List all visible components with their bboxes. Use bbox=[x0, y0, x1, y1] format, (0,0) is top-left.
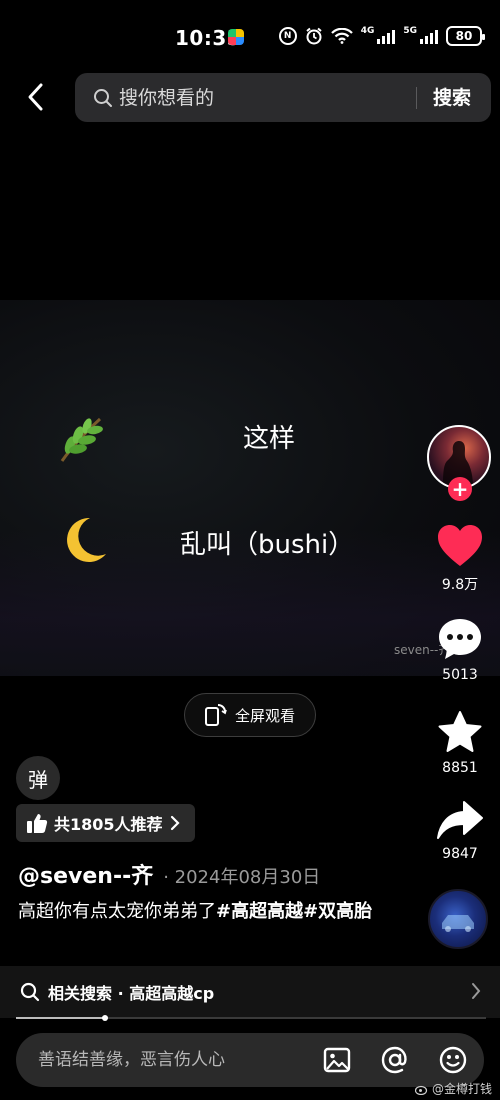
battery-icon: 80 bbox=[446, 26, 485, 46]
hashtag-2[interactable]: #双高胎 bbox=[303, 901, 372, 922]
share-button[interactable]: 9847 bbox=[430, 800, 490, 862]
fullscreen-label: 全屏观看 bbox=[235, 706, 296, 725]
like-count: 9.8万 bbox=[441, 577, 479, 593]
search-divider bbox=[416, 87, 417, 109]
emoji-icon[interactable] bbox=[438, 1045, 468, 1075]
hashtag-1[interactable]: #高超高越 bbox=[216, 901, 303, 922]
video-caption-line-2: 乱叫（bushi） bbox=[180, 530, 355, 560]
comment-input[interactable] bbox=[38, 1045, 308, 1075]
search-input[interactable] bbox=[119, 85, 399, 111]
image-icon[interactable] bbox=[322, 1045, 352, 1075]
danmu-label: 弹 bbox=[28, 767, 48, 792]
comment-icon bbox=[439, 619, 481, 659]
mention-icon[interactable] bbox=[380, 1045, 410, 1075]
weibo-credit: @金樽打钱 bbox=[431, 1082, 492, 1096]
search-bar: 搜索 bbox=[75, 73, 491, 122]
weibo-watermark: @金樽打钱 bbox=[414, 1080, 492, 1097]
chevron-right-icon bbox=[170, 815, 180, 831]
comment-bar bbox=[16, 1033, 484, 1087]
recommend-badge[interactable]: 共1805人推荐 bbox=[16, 804, 195, 842]
post-date: · 2024年08月30日 bbox=[163, 867, 321, 888]
recommend-label: 共1805人推荐 bbox=[54, 815, 163, 834]
fullscreen-button[interactable]: 全屏观看 bbox=[184, 693, 316, 737]
weibo-logo-icon bbox=[414, 1085, 428, 1095]
moon-icon bbox=[67, 517, 106, 562]
post-description: 高超你有点太宠你弟弟了#高超高越#双高胎 bbox=[18, 898, 388, 926]
progress-handle[interactable] bbox=[102, 1015, 109, 1021]
danmu-toggle-button[interactable]: 弹 bbox=[16, 756, 60, 800]
back-icon[interactable] bbox=[22, 82, 52, 112]
status-bar: 10:35 N 4G 5G 80 bbox=[0, 0, 500, 68]
related-search-label: 相关搜索 · 高超高越cp bbox=[48, 984, 215, 1003]
author-row: @seven--齐 · 2024年08月30日 bbox=[18, 858, 320, 890]
share-count: 9847 bbox=[442, 846, 478, 862]
chevron-right-icon bbox=[472, 983, 481, 999]
wifi-icon bbox=[330, 28, 353, 44]
alarm-icon bbox=[306, 27, 322, 45]
network-type-4g: 4G bbox=[360, 26, 375, 36]
search-icon bbox=[94, 89, 112, 107]
rotate-screen-icon bbox=[205, 704, 227, 726]
video-player[interactable]: 这样 乱叫（bushi） seven--齐 bbox=[0, 300, 500, 676]
comment-count: 5013 bbox=[442, 667, 478, 683]
app-notification-icon bbox=[228, 29, 244, 45]
playback-progress-bar[interactable] bbox=[16, 1015, 486, 1021]
comment-button[interactable]: 5013 bbox=[430, 617, 490, 683]
post-date-text: 2024年08月30日 bbox=[174, 867, 321, 888]
car-thumbnail-icon bbox=[442, 915, 474, 932]
like-button[interactable]: 9.8万 bbox=[430, 524, 490, 594]
author-name[interactable]: @seven--齐 bbox=[18, 858, 153, 890]
music-disc-icon[interactable] bbox=[428, 889, 488, 949]
signal-icon-2 bbox=[420, 28, 438, 44]
star-icon bbox=[438, 711, 482, 752]
signal-icon bbox=[377, 28, 396, 44]
nfc-icon: N bbox=[278, 27, 297, 45]
favorite-count: 8851 bbox=[442, 760, 478, 776]
progress-fill bbox=[16, 1017, 106, 1019]
heart-icon bbox=[438, 525, 482, 566]
related-search-bar[interactable]: 相关搜索 · 高超高越cp bbox=[0, 966, 500, 1018]
status-icons: N 4G 5G 80 bbox=[278, 26, 485, 46]
description-text: 高超你有点太宠你弟弟了 bbox=[18, 901, 216, 922]
favorite-button[interactable]: 8851 bbox=[430, 710, 490, 776]
follow-button[interactable]: + bbox=[448, 477, 472, 501]
search-icon bbox=[20, 982, 40, 1002]
video-caption-line-1: 这样 bbox=[243, 424, 296, 454]
share-icon bbox=[437, 801, 483, 839]
network-type-5g: 5G bbox=[403, 26, 417, 36]
leaf-icon bbox=[60, 417, 103, 462]
thumbs-up-icon bbox=[27, 814, 48, 833]
search-button[interactable]: 搜索 bbox=[433, 83, 471, 110]
